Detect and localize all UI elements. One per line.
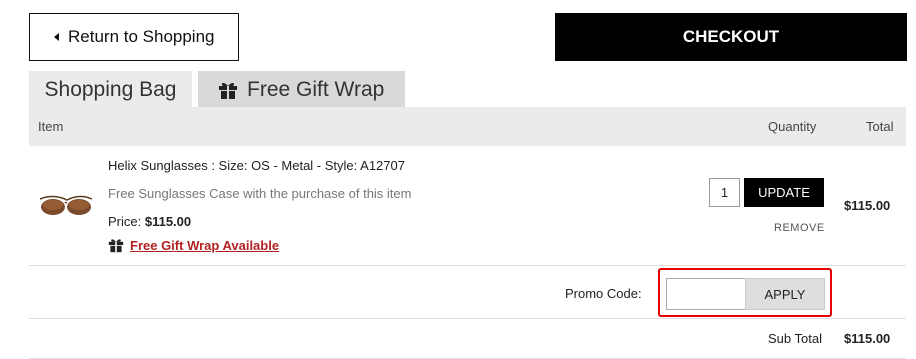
quantity-input[interactable] [709, 178, 740, 207]
tab-shopping-bag[interactable]: Shopping Bag [29, 71, 192, 108]
subtotal-label: Sub Total [768, 331, 822, 346]
promo-code-highlight: APPLY [658, 268, 832, 317]
checkout-button[interactable]: CHECKOUT [555, 13, 907, 61]
cart-table-header: Item Quantity Total [29, 107, 906, 146]
gift-icon [108, 239, 124, 253]
tab-free-gift-wrap[interactable]: Free Gift Wrap [198, 71, 405, 108]
column-header-quantity: Quantity [768, 119, 817, 134]
promo-code-row: Promo Code: APPLY [29, 266, 906, 319]
caret-left-icon [54, 33, 59, 41]
price-label: Price: [108, 214, 142, 229]
subtotal-row: Sub Total $115.00 [29, 319, 906, 359]
subtotal-value: $115.00 [844, 331, 891, 346]
update-button[interactable]: UPDATE [744, 178, 824, 207]
column-header-total: Total [866, 119, 894, 134]
remove-link[interactable]: REMOVE [774, 222, 825, 234]
promo-code-label: Promo Code: [565, 286, 642, 301]
gift-icon [219, 82, 237, 99]
product-promo-note: Free Sunglasses Case with the purchase o… [108, 186, 412, 201]
gift-wrap-option: Free Gift Wrap Available [108, 237, 279, 253]
product-image [39, 195, 93, 215]
tab-shopping-bag-label: Shopping Bag [44, 77, 177, 101]
free-gift-wrap-link[interactable]: Free Gift Wrap Available [130, 238, 279, 253]
tab-free-gift-wrap-label: Free Gift Wrap [247, 77, 385, 101]
table-row: Helix Sunglasses : Size: OS - Metal - St… [29, 146, 906, 266]
column-header-item: Item [38, 119, 64, 134]
promo-code-input[interactable] [666, 278, 746, 310]
apply-button[interactable]: APPLY [745, 278, 825, 310]
return-to-shopping-label: Return to Shopping [68, 27, 215, 46]
product-name[interactable]: Helix Sunglasses : Size: OS - Metal - St… [108, 158, 405, 173]
price-value: $115.00 [144, 214, 192, 229]
item-total: $115.00 [844, 198, 891, 213]
product-price: Price: $115.00 [108, 214, 191, 229]
return-to-shopping-button[interactable]: Return to Shopping [29, 13, 239, 61]
